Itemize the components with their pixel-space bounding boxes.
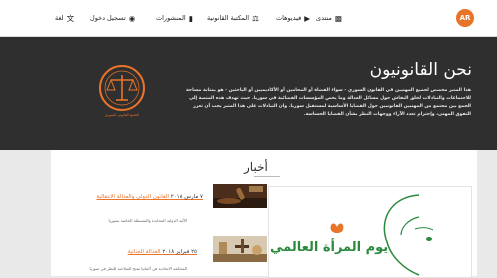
hero-title: نحن القانونيون bbox=[369, 60, 472, 80]
news-thumbnail-2[interactable] bbox=[213, 236, 267, 262]
nav-item-language[interactable]: لغة 文 bbox=[55, 11, 74, 25]
chat-icon: ▩ bbox=[334, 13, 342, 23]
news-heading: أخبار bbox=[244, 160, 268, 174]
logo-caption: التجمع القانوني السوري bbox=[104, 113, 140, 117]
login-label: تسجيل دخول bbox=[90, 14, 126, 22]
video-icon: ▶ bbox=[304, 13, 310, 23]
language-label: لغة bbox=[55, 14, 64, 22]
top-navbar: AR منتدى ▩ فيديوهات ▶ المكتبة القانونية … bbox=[0, 0, 497, 37]
news-item-1-title-text: القانون الدولي والعدالة الانتقالية bbox=[96, 194, 169, 200]
user-icon: ◉ bbox=[128, 13, 136, 23]
legal-library-label: المكتبة القانونية bbox=[207, 14, 250, 22]
hero-description: هذا المنبر مخصص لجميع المهنيين في القانو… bbox=[186, 88, 471, 117]
gavel-icon: ⚖ bbox=[252, 13, 259, 23]
forum-label: منتدى bbox=[316, 14, 332, 22]
site-logo[interactable] bbox=[94, 62, 150, 118]
nav-item-videos[interactable]: فيديوهات ▶ bbox=[276, 11, 310, 25]
nav-item-forum[interactable]: منتدى ▩ bbox=[316, 11, 342, 25]
brand-avatar[interactable]: AR bbox=[456, 9, 474, 27]
news-item-2-title-text: العدالة الجنائية bbox=[127, 249, 161, 255]
translate-icon: 文 bbox=[66, 13, 75, 23]
videos-label: فيديوهات bbox=[276, 14, 302, 22]
news-item-1-date: ٧ مارس ٢٠١٨ bbox=[170, 194, 203, 200]
nav-item-login[interactable]: تسجيل دخول ◉ bbox=[90, 11, 135, 25]
news-item-1-description: الآلية الدولية المحايدة والمستقلة الخاصة… bbox=[108, 218, 187, 223]
posts-label: المنشورات bbox=[156, 14, 186, 22]
banner-title: يوم المرأة العالمي bbox=[270, 240, 389, 255]
news-item-2-description: المحكمة الاتحادية في ألمانيا تمنح الصلاح… bbox=[89, 266, 187, 271]
womens-day-banner[interactable] bbox=[268, 186, 472, 278]
news-item-1-title[interactable]: ٧ مارس ٢٠١٨ القانون الدولي والعدالة الان… bbox=[96, 194, 203, 200]
nav-item-posts[interactable]: المنشورات ▮ bbox=[156, 11, 193, 25]
news-item-2-date: ٢٥ فبراير ٢٠١٨ bbox=[162, 249, 197, 255]
news-thumbnail-1[interactable] bbox=[213, 184, 267, 208]
heading-divider bbox=[254, 176, 280, 177]
nav-item-legal-library[interactable]: المكتبة القانونية ⚖ bbox=[207, 11, 259, 25]
book-icon: ▮ bbox=[188, 13, 193, 23]
news-item-2-title[interactable]: ٢٥ فبراير ٢٠١٨ العدالة الجنائية bbox=[128, 249, 197, 255]
